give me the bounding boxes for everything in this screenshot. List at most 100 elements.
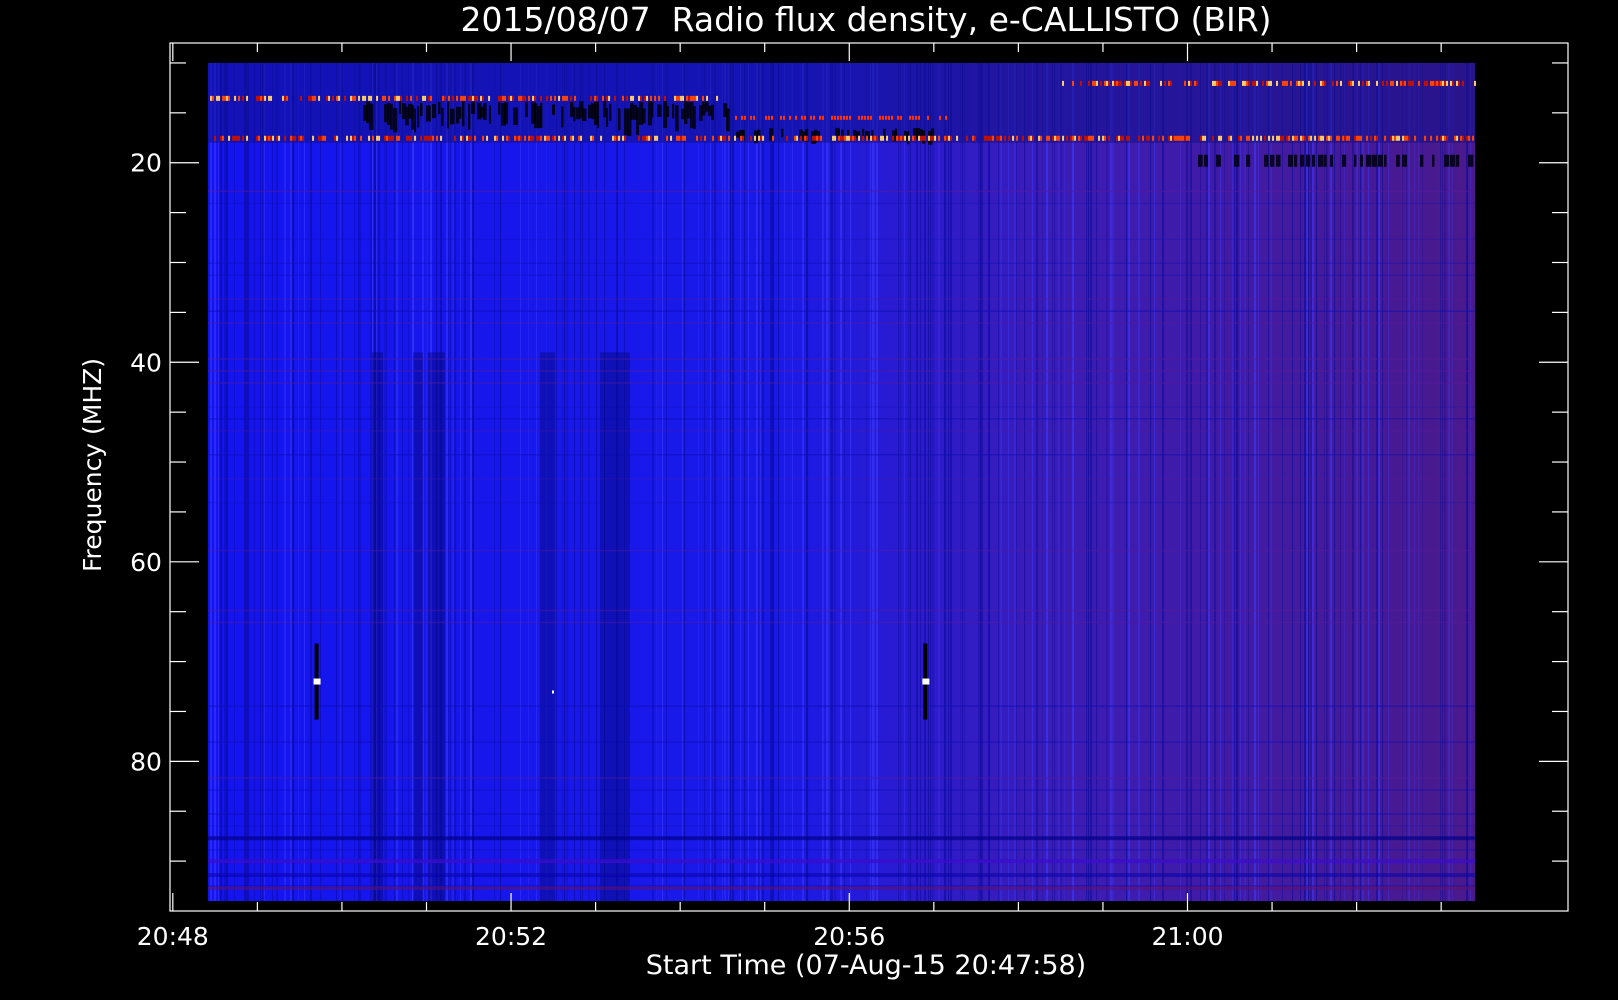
interference-mark: [1212, 80, 1214, 86]
interference-mark: [1072, 80, 1074, 86]
dark-patch: [618, 108, 621, 131]
interference-mark: [336, 95, 339, 101]
interference-mark: [298, 135, 301, 141]
striation: [1180, 62, 1182, 902]
interference-mark: [1408, 80, 1410, 86]
interference-mark: [886, 135, 889, 141]
interference-mark: [350, 135, 353, 141]
interference-mark: [508, 95, 511, 101]
striation: [662, 62, 664, 902]
interference-mark: [322, 135, 325, 141]
interference-mark: [974, 135, 977, 141]
interference-mark: [762, 135, 765, 141]
interference-mark: [394, 95, 397, 101]
dark-patch: [504, 102, 509, 124]
dark-patch: [1216, 154, 1221, 167]
interference-mark: [1458, 80, 1460, 86]
striation: [566, 62, 569, 902]
interference-mark: [864, 115, 866, 120]
interference-mark: [972, 135, 975, 141]
interference-mark: [656, 135, 659, 141]
striation: [248, 62, 250, 902]
band-line: [208, 777, 1475, 779]
interference-mark: [464, 95, 467, 101]
striation: [1368, 62, 1370, 902]
interference-mark: [1218, 135, 1221, 141]
striation: [1220, 62, 1222, 902]
striation: [1470, 62, 1472, 902]
striation: [1292, 62, 1294, 902]
interference-mark: [460, 135, 463, 141]
x-tick-label: 20:48: [137, 922, 209, 951]
interference-mark: [540, 95, 543, 101]
interference-mark: [990, 135, 993, 141]
interference-mark: [256, 95, 259, 101]
striation: [658, 62, 660, 902]
interference-mark: [1280, 135, 1283, 141]
interference-mark: [950, 135, 953, 141]
y-tick-label: 20: [130, 149, 162, 178]
striation: [580, 62, 582, 902]
striation: [556, 62, 558, 902]
striation: [900, 62, 902, 902]
striation: [260, 62, 262, 902]
interference-mark: [564, 135, 567, 141]
interference-mark: [638, 95, 641, 101]
band-line: [208, 501, 1475, 504]
interference-mark: [1136, 80, 1138, 86]
interference-mark: [1322, 80, 1324, 86]
interference-mark: [1196, 80, 1198, 86]
interference-mark: [364, 95, 367, 101]
interference-mark: [1344, 135, 1347, 141]
striation: [408, 62, 410, 902]
striation: [1360, 62, 1362, 902]
interference-mark: [1336, 135, 1339, 141]
interference-mark: [1408, 135, 1411, 141]
dark-patch: [1456, 154, 1460, 167]
interference-mark: [1418, 80, 1420, 86]
interference-mark: [1350, 80, 1352, 86]
dark-patch: [1276, 154, 1281, 167]
interference-mark: [314, 95, 317, 101]
interference-mark: [1190, 80, 1192, 86]
interference-mark: [1120, 80, 1122, 86]
interference-mark: [1282, 80, 1284, 86]
striation: [722, 62, 724, 902]
striation: [536, 62, 538, 902]
interference-mark: [932, 135, 935, 141]
band-line: [208, 813, 1475, 815]
interference-mark: [376, 135, 379, 141]
interference-mark: [680, 95, 683, 101]
striation: [500, 62, 502, 902]
striation: [1206, 62, 1209, 902]
interference-mark: [870, 115, 872, 120]
striation: [244, 62, 247, 902]
interference-mark: [1244, 80, 1246, 86]
striation: [714, 62, 717, 902]
interference-mark: [448, 95, 451, 101]
band-line: [208, 190, 1475, 193]
dark-patch: [705, 101, 709, 112]
interference-mark: [795, 115, 797, 120]
interference-mark: [912, 115, 914, 120]
interference-mark: [1328, 135, 1331, 141]
interference-mark: [1456, 80, 1458, 86]
interference-mark: [734, 135, 737, 141]
interference-mark: [1320, 80, 1322, 86]
interference-mark: [574, 95, 577, 101]
striation: [520, 62, 522, 902]
striation: [1340, 62, 1342, 902]
interference-mark: [1046, 135, 1049, 141]
interference-mark: [846, 115, 848, 120]
striation: [396, 62, 399, 902]
interference-mark: [1240, 135, 1243, 141]
striation: [1032, 62, 1034, 902]
striation: [830, 62, 833, 902]
interference-mark: [368, 95, 371, 101]
striation: [1300, 62, 1302, 902]
interference-mark: [1148, 80, 1150, 86]
interference-mark: [908, 135, 911, 141]
interference-mark: [1444, 80, 1446, 86]
interference-mark: [1128, 80, 1130, 86]
interference-mark: [300, 135, 303, 141]
